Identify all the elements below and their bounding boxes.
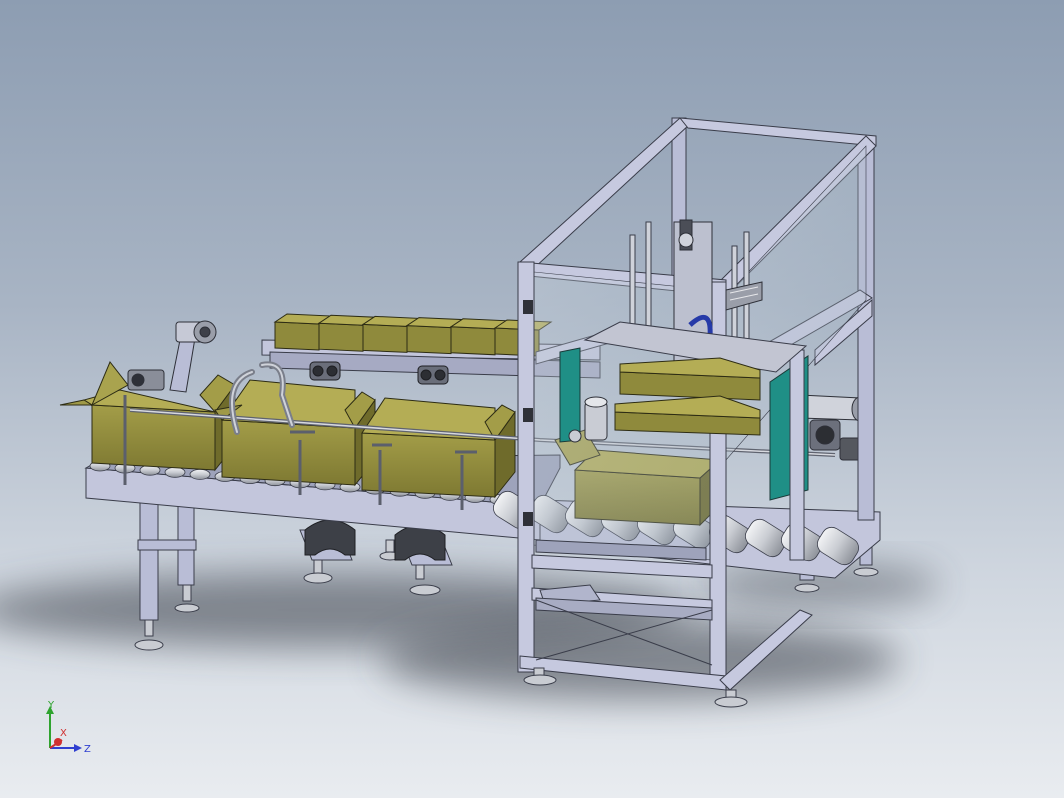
view-orientation-triad: Y X Z: [36, 700, 106, 760]
roller: [164, 466, 186, 478]
product-carton: [406, 325, 452, 355]
product-carton: [318, 322, 364, 352]
x-axis-label: X: [60, 728, 67, 739]
y-axis-label: Y: [47, 700, 55, 711]
open-carton: [361, 397, 516, 499]
product-carton: [450, 326, 496, 356]
case-packer-model[interactable]: [0, 0, 1064, 798]
cad-viewport[interactable]: Y X Z: [0, 0, 1064, 798]
product-carton: [362, 323, 408, 353]
sensor-arm: [127, 320, 217, 393]
product-cartons-row: [273, 313, 553, 357]
product-carton: [274, 321, 320, 351]
z-axis-label: Z: [84, 744, 91, 755]
triad-origin: [54, 738, 62, 746]
z-axis-arrow: [74, 744, 82, 752]
roller: [189, 468, 211, 480]
